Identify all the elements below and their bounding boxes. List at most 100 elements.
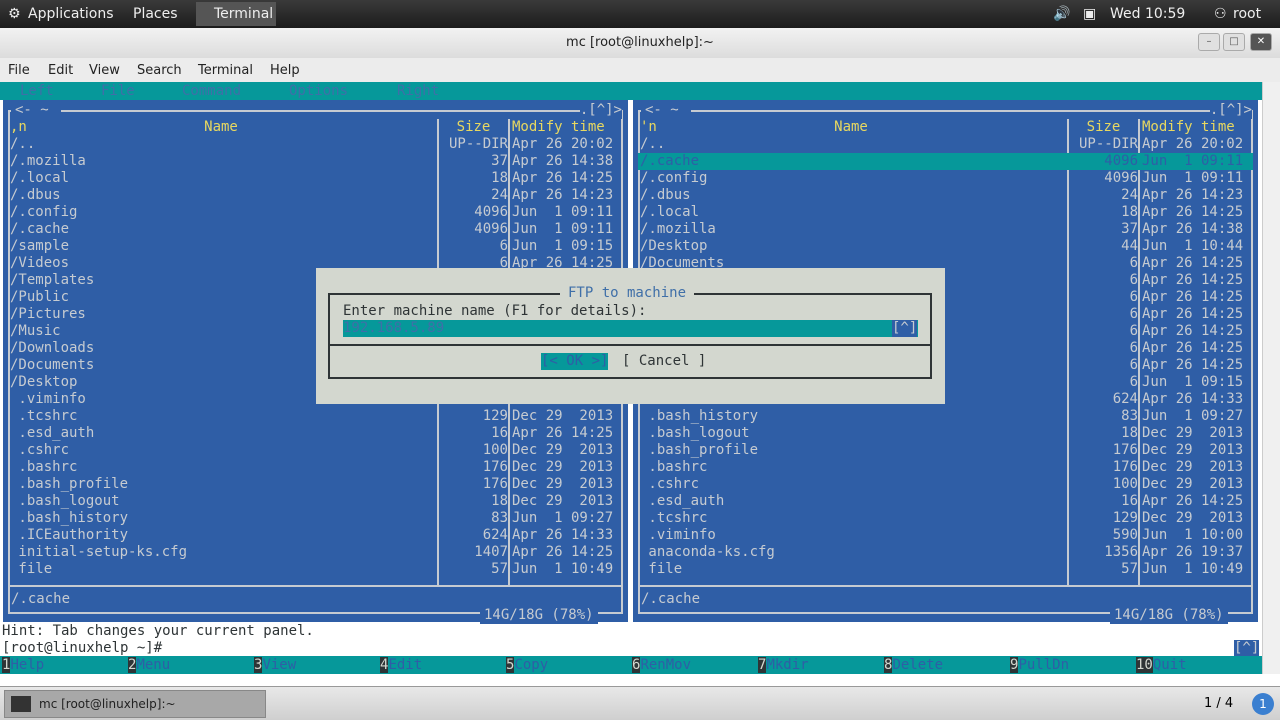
file-row[interactable]: .esd_auth 16 Apr 26 14:25: [8, 425, 623, 442]
fkey-view[interactable]: 3View: [254, 656, 296, 674]
file-name: /Documents: [10, 357, 95, 373]
fkey-edit[interactable]: 4Edit: [380, 656, 422, 674]
menu-terminal[interactable]: Terminal: [198, 63, 253, 78]
file-row[interactable]: .viminfo 590 Jun 1 10:00: [638, 527, 1253, 544]
file-row[interactable]: /.mozilla 37 Apr 26 14:38: [638, 221, 1253, 238]
history-button[interactable]: [^]: [892, 320, 918, 337]
minimize-button[interactable]: –: [1198, 33, 1220, 51]
file-row[interactable]: anaconda-ks.cfg 1356 Apr 26 19:37: [638, 544, 1253, 561]
file-row[interactable]: .bash_profile 176 Dec 29 2013: [8, 476, 623, 493]
column-size-header[interactable]: Size: [439, 119, 508, 136]
file-row[interactable]: /.local 18 Apr 26 14:25: [638, 204, 1253, 221]
menu-view[interactable]: View: [89, 63, 120, 78]
workspace-indicator[interactable]: 1 / 4: [1204, 696, 1233, 711]
cancel-button[interactable]: [ Cancel ]: [622, 353, 706, 370]
column-time-header[interactable]: Modify time: [1142, 119, 1235, 136]
file-row[interactable]: /sample 6 Jun 1 09:15: [8, 238, 623, 255]
user-menu[interactable]: root: [1233, 6, 1261, 22]
places-menu[interactable]: Places: [133, 6, 178, 22]
file-row[interactable]: .bashrc 176 Dec 29 2013: [638, 459, 1253, 476]
file-row[interactable]: /.local 18 Apr 26 14:25: [8, 170, 623, 187]
file-size: 6: [1129, 323, 1138, 339]
file-row[interactable]: .bash_logout 18 Dec 29 2013: [8, 493, 623, 510]
file-row[interactable]: .cshrc 100 Dec 29 2013: [638, 476, 1253, 493]
file-row[interactable]: file 57 Jun 1 10:49: [638, 561, 1253, 578]
menu-file[interactable]: File: [8, 63, 30, 78]
network-icon[interactable]: ▣: [1083, 6, 1096, 22]
file-row[interactable]: /Desktop 44 Jun 1 10:44: [638, 238, 1253, 255]
file-row[interactable]: .bash_profile 176 Dec 29 2013: [638, 442, 1253, 459]
fkey-mkdir[interactable]: 7Mkdir: [758, 656, 809, 674]
column-name-header[interactable]: Name: [635, 119, 1067, 136]
file-row[interactable]: .bash_history 83 Jun 1 09:27: [8, 510, 623, 527]
volume-icon[interactable]: 🔊: [1053, 6, 1070, 22]
close-button[interactable]: ✕: [1250, 33, 1272, 51]
file-name: .esd_auth: [640, 493, 725, 509]
file-row[interactable]: .tcshrc 129 Dec 29 2013: [638, 510, 1253, 527]
file-row[interactable]: /.cache 4096 Jun 1 09:11: [638, 153, 1253, 170]
applications-menu[interactable]: Applications: [28, 6, 114, 22]
file-row[interactable]: .bash_logout 18 Dec 29 2013: [638, 425, 1253, 442]
file-row[interactable]: /.dbus 24 Apr 26 14:23: [8, 187, 623, 204]
mc-menu-command[interactable]: Command: [182, 83, 241, 99]
file-name: .cshrc: [640, 476, 700, 492]
panel-corner-buttons[interactable]: .[^]>: [579, 102, 622, 119]
file-name: /.config: [640, 170, 708, 186]
notification-badge[interactable]: 1: [1252, 693, 1274, 715]
menu-edit[interactable]: Edit: [48, 63, 73, 78]
file-mtime: Jun 1 10:49: [1142, 561, 1244, 577]
file-name: /..: [10, 136, 36, 152]
menu-search[interactable]: Search: [137, 63, 182, 78]
fkey-quit[interactable]: 10Quit: [1136, 656, 1187, 674]
fkey-help[interactable]: 1Help: [2, 656, 44, 674]
fkey-renmov[interactable]: 6RenMov: [632, 656, 691, 674]
column-time-header[interactable]: Modify time: [512, 119, 605, 136]
column-name-header[interactable]: Name: [5, 119, 437, 136]
file-size: 4096: [1104, 170, 1138, 186]
ok-button[interactable]: [< OK >]: [541, 353, 609, 370]
fkey-delete[interactable]: 8Delete: [884, 656, 943, 674]
file-row[interactable]: .tcshrc 129 Dec 29 2013: [8, 408, 623, 425]
file-name: /.dbus: [10, 187, 61, 203]
mc-menu-file[interactable]: File: [101, 83, 135, 99]
clock[interactable]: Wed 10:59: [1110, 6, 1185, 22]
file-row[interactable]: .bashrc 176 Dec 29 2013: [8, 459, 623, 476]
menu-help[interactable]: Help: [270, 63, 300, 78]
prompt-history-button[interactable]: [^]: [1234, 640, 1260, 657]
mc-menu-right[interactable]: Right: [397, 83, 439, 99]
file-row[interactable]: /.. UP--DIR Apr 26 20:02: [638, 136, 1253, 153]
shell-prompt[interactable]: [root@linuxhelp ~]#: [2, 640, 162, 657]
taskbar-item-terminal[interactable]: mc [root@linuxhelp]:~: [4, 690, 266, 718]
terminal-menu[interactable]: Terminal: [196, 2, 276, 26]
file-size: 16: [491, 425, 508, 441]
fkey-menu[interactable]: 2Menu: [128, 656, 170, 674]
panel-path[interactable]: <- ~: [11, 102, 62, 119]
file-row[interactable]: /.config 4096 Jun 1 09:11: [638, 170, 1253, 187]
panel-corner-buttons[interactable]: .[^]>: [1209, 102, 1252, 119]
machine-name-input[interactable]: 192.168.5.89: [343, 320, 918, 337]
file-mtime: Dec 29 2013: [1142, 459, 1244, 475]
file-row[interactable]: /.. UP--DIR Apr 26 20:02: [8, 136, 623, 153]
panel-path[interactable]: <- ~: [641, 102, 692, 119]
file-row[interactable]: /.config 4096 Jun 1 09:11: [8, 204, 623, 221]
file-row[interactable]: file 57 Jun 1 10:49: [8, 561, 623, 578]
maximize-button[interactable]: □: [1223, 33, 1245, 51]
column-size-header[interactable]: Size: [1069, 119, 1138, 136]
file-row[interactable]: .cshrc 100 Dec 29 2013: [8, 442, 623, 459]
file-row[interactable]: /.dbus 24 Apr 26 14:23: [638, 187, 1253, 204]
taskbar: mc [root@linuxhelp]:~ 1 / 4 1: [0, 686, 1280, 720]
mc-menu-options[interactable]: Options: [289, 83, 348, 99]
file-mtime: Jun 1 10:00: [1142, 527, 1244, 543]
file-row[interactable]: .esd_auth 16 Apr 26 14:25: [638, 493, 1253, 510]
file-row[interactable]: .bash_history 83 Jun 1 09:27: [638, 408, 1253, 425]
file-row[interactable]: /.mozilla 37 Apr 26 14:38: [8, 153, 623, 170]
file-name: /Music: [10, 323, 61, 339]
mc-menu-left[interactable]: Left: [20, 83, 54, 99]
file-row[interactable]: /.cache 4096 Jun 1 09:11: [8, 221, 623, 238]
scrollbar[interactable]: [1262, 82, 1280, 674]
file-size: 100: [482, 442, 508, 458]
fkey-pulldn[interactable]: 9PullDn: [1010, 656, 1069, 674]
file-row[interactable]: .ICEauthority 624 Apr 26 14:33: [8, 527, 623, 544]
fkey-copy[interactable]: 5Copy: [506, 656, 548, 674]
file-row[interactable]: initial-setup-ks.cfg 1407 Apr 26 14:25: [8, 544, 623, 561]
